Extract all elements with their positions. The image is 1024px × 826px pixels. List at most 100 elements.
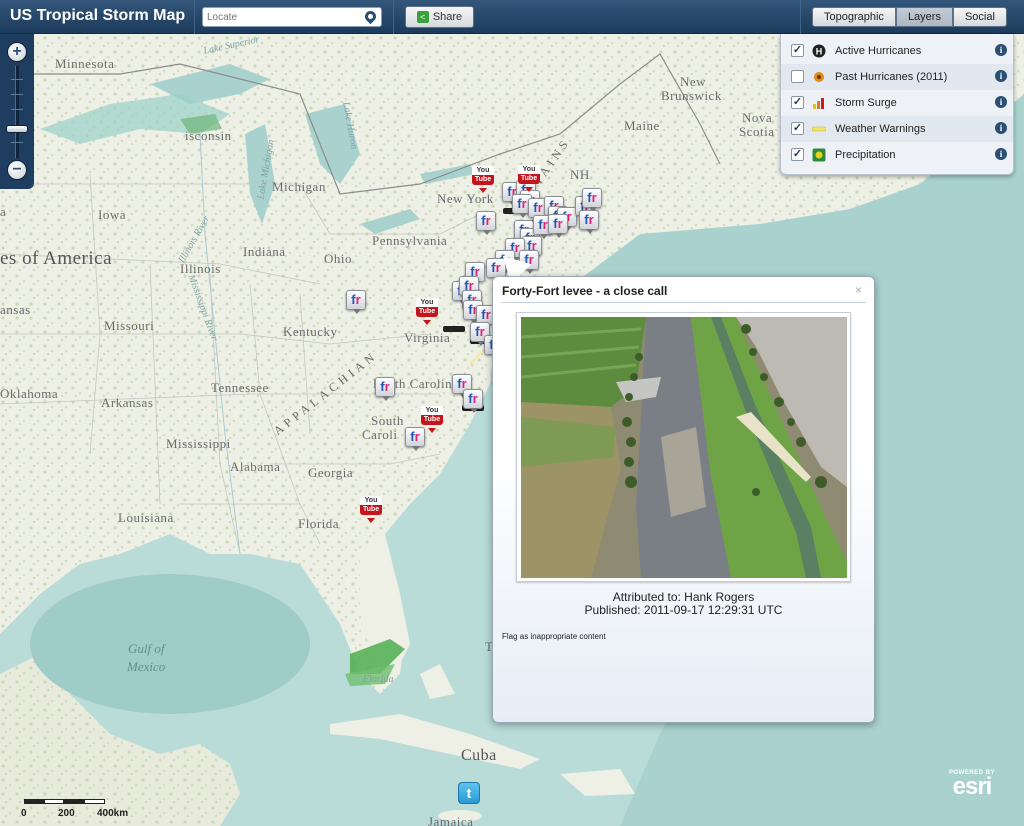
label-misc-a: a [0,204,7,219]
zoom-tick [11,109,23,110]
label-south-carolina-2: Caroli [362,427,398,442]
flickr-r: r [521,196,527,211]
tab-layers[interactable]: Layers [895,7,953,27]
scale-segment [44,799,64,804]
youtube-marker-icon[interactable]: You Tube [518,165,540,192]
flickr-r: r [485,213,491,228]
location-pin-icon[interactable] [362,8,379,25]
label-indiana: Indiana [243,244,286,259]
scale-segment [64,799,84,804]
label-jamaica: Jamaica [428,814,474,826]
label-iowa: Iowa [98,207,126,222]
layer-checkbox[interactable]: ✓ [791,148,804,161]
zoom-tick [11,142,23,143]
youtube-tube: Tube [416,307,438,317]
label-florida: Florida [298,516,340,531]
marker-cluster-shadow [443,326,465,332]
zoom-control: + − [0,34,34,189]
label-pennsylvania: Pennsylvania [372,233,448,248]
info-icon[interactable]: i [995,122,1007,134]
info-icon[interactable]: i [995,148,1007,160]
youtube-tube: Tube [518,174,540,184]
levee-photo[interactable] [521,317,847,578]
scale-bar [24,799,105,807]
popup-attribution: Attributed to: Hank Rogers [612,590,755,604]
label-cuba: Cuba [461,747,497,764]
layer-row-storm-surge[interactable]: ✓ Storm Surge i [781,90,1013,116]
flickr-marker-icon[interactable]: fr [579,210,599,234]
layer-checkbox[interactable]: ✓ [791,44,804,57]
layer-row-precipitation[interactable]: ✓ Precipitation i [781,142,1013,168]
zoom-slider-handle[interactable] [6,125,28,133]
share-button[interactable]: < Share [405,6,474,28]
tab-topographic[interactable]: Topographic [812,7,896,27]
flickr-r: r [537,200,543,215]
label-gulf-1: Gulf of [128,641,165,656]
layer-name: Active Hurricanes [835,45,922,57]
flickr-r: r [414,429,420,444]
scale-segment [84,799,105,804]
flickr-marker-icon[interactable]: fr [582,188,602,212]
zoom-tick [11,94,23,95]
layer-checkbox[interactable] [791,70,804,83]
flickr-marker-icon[interactable]: fr [405,427,425,451]
layer-row-active-hurricanes[interactable]: ✓ H Active Hurricanes i [781,38,1013,64]
locate-input[interactable] [207,10,357,25]
youtube-tube: Tube [421,415,443,425]
layer-name: Storm Surge [835,97,897,109]
tab-social[interactable]: Social [952,7,1007,27]
flickr-r: r [384,379,390,394]
twitter-marker-icon[interactable]: t [458,782,480,804]
youtube-marker-icon[interactable]: You Tube [360,496,382,523]
info-icon[interactable]: i [995,70,1007,82]
label-gulf-2: Mexico [127,659,166,674]
youtube-you: You [472,166,494,175]
flickr-marker-icon[interactable]: fr [476,211,496,235]
flag-content-link[interactable]: Flag as inappropriate content [502,632,606,641]
youtube-marker-icon[interactable]: You Tube [472,166,494,193]
popup-divider [501,302,866,303]
layer-row-past-hurricanes[interactable]: Past Hurricanes (2011) i [781,64,1013,90]
youtube-you: You [518,165,540,174]
flickr-r: r [355,292,361,307]
scale-label: 400km [97,808,129,819]
share-label: Share [432,11,463,23]
layer-row-weather-warnings[interactable]: ✓ Weather Warnings i [781,116,1013,142]
locate-box[interactable] [202,7,382,27]
layer-checkbox[interactable]: ✓ [791,96,804,109]
label-new-brunswick-2: Brunswick [661,88,722,103]
app-header: US Tropical Storm Map < Share Topographi… [0,0,1024,34]
youtube-you: You [416,298,438,307]
zoom-out-button[interactable]: − [7,160,27,180]
popup-photo-frame[interactable] [516,312,851,582]
youtube-marker-icon[interactable]: You Tube [416,298,438,325]
flickr-marker-icon[interactable]: fr [346,290,366,314]
scale-label: 0 [21,808,27,819]
header-divider [393,0,394,34]
zoom-tick [11,79,23,80]
zoom-in-button[interactable]: + [7,42,27,62]
youtube-tube: Tube [360,505,382,515]
close-icon[interactable]: × [855,283,862,297]
flickr-marker-icon[interactable]: fr [375,377,395,401]
youtube-you: You [421,406,443,415]
layer-name: Weather Warnings [835,123,926,135]
label-nova-scotia-2: Scotia [739,124,775,139]
info-icon[interactable]: i [995,44,1007,56]
layers-panel: ✓ H Active Hurricanes i Past Hurricanes … [780,34,1014,175]
esri-logo[interactable]: POWERED BY esri [944,770,1000,804]
label-missouri: Missouri [104,318,155,333]
flickr-r: r [591,190,597,205]
layer-checkbox[interactable]: ✓ [791,122,804,135]
flickr-marker-icon[interactable]: fr [548,214,568,238]
app-title: US Tropical Storm Map [10,7,186,24]
flickr-r: r [588,212,594,227]
scale-label: 200 [58,808,75,819]
youtube-tube: Tube [472,175,494,185]
label-virginia: Virginia [404,330,451,345]
label-louisiana: Louisiana [118,510,174,525]
storm-surge-icon [813,98,824,109]
flickr-marker-icon[interactable]: fr [463,389,483,413]
youtube-marker-icon[interactable]: You Tube [421,406,443,433]
info-icon[interactable]: i [995,96,1007,108]
